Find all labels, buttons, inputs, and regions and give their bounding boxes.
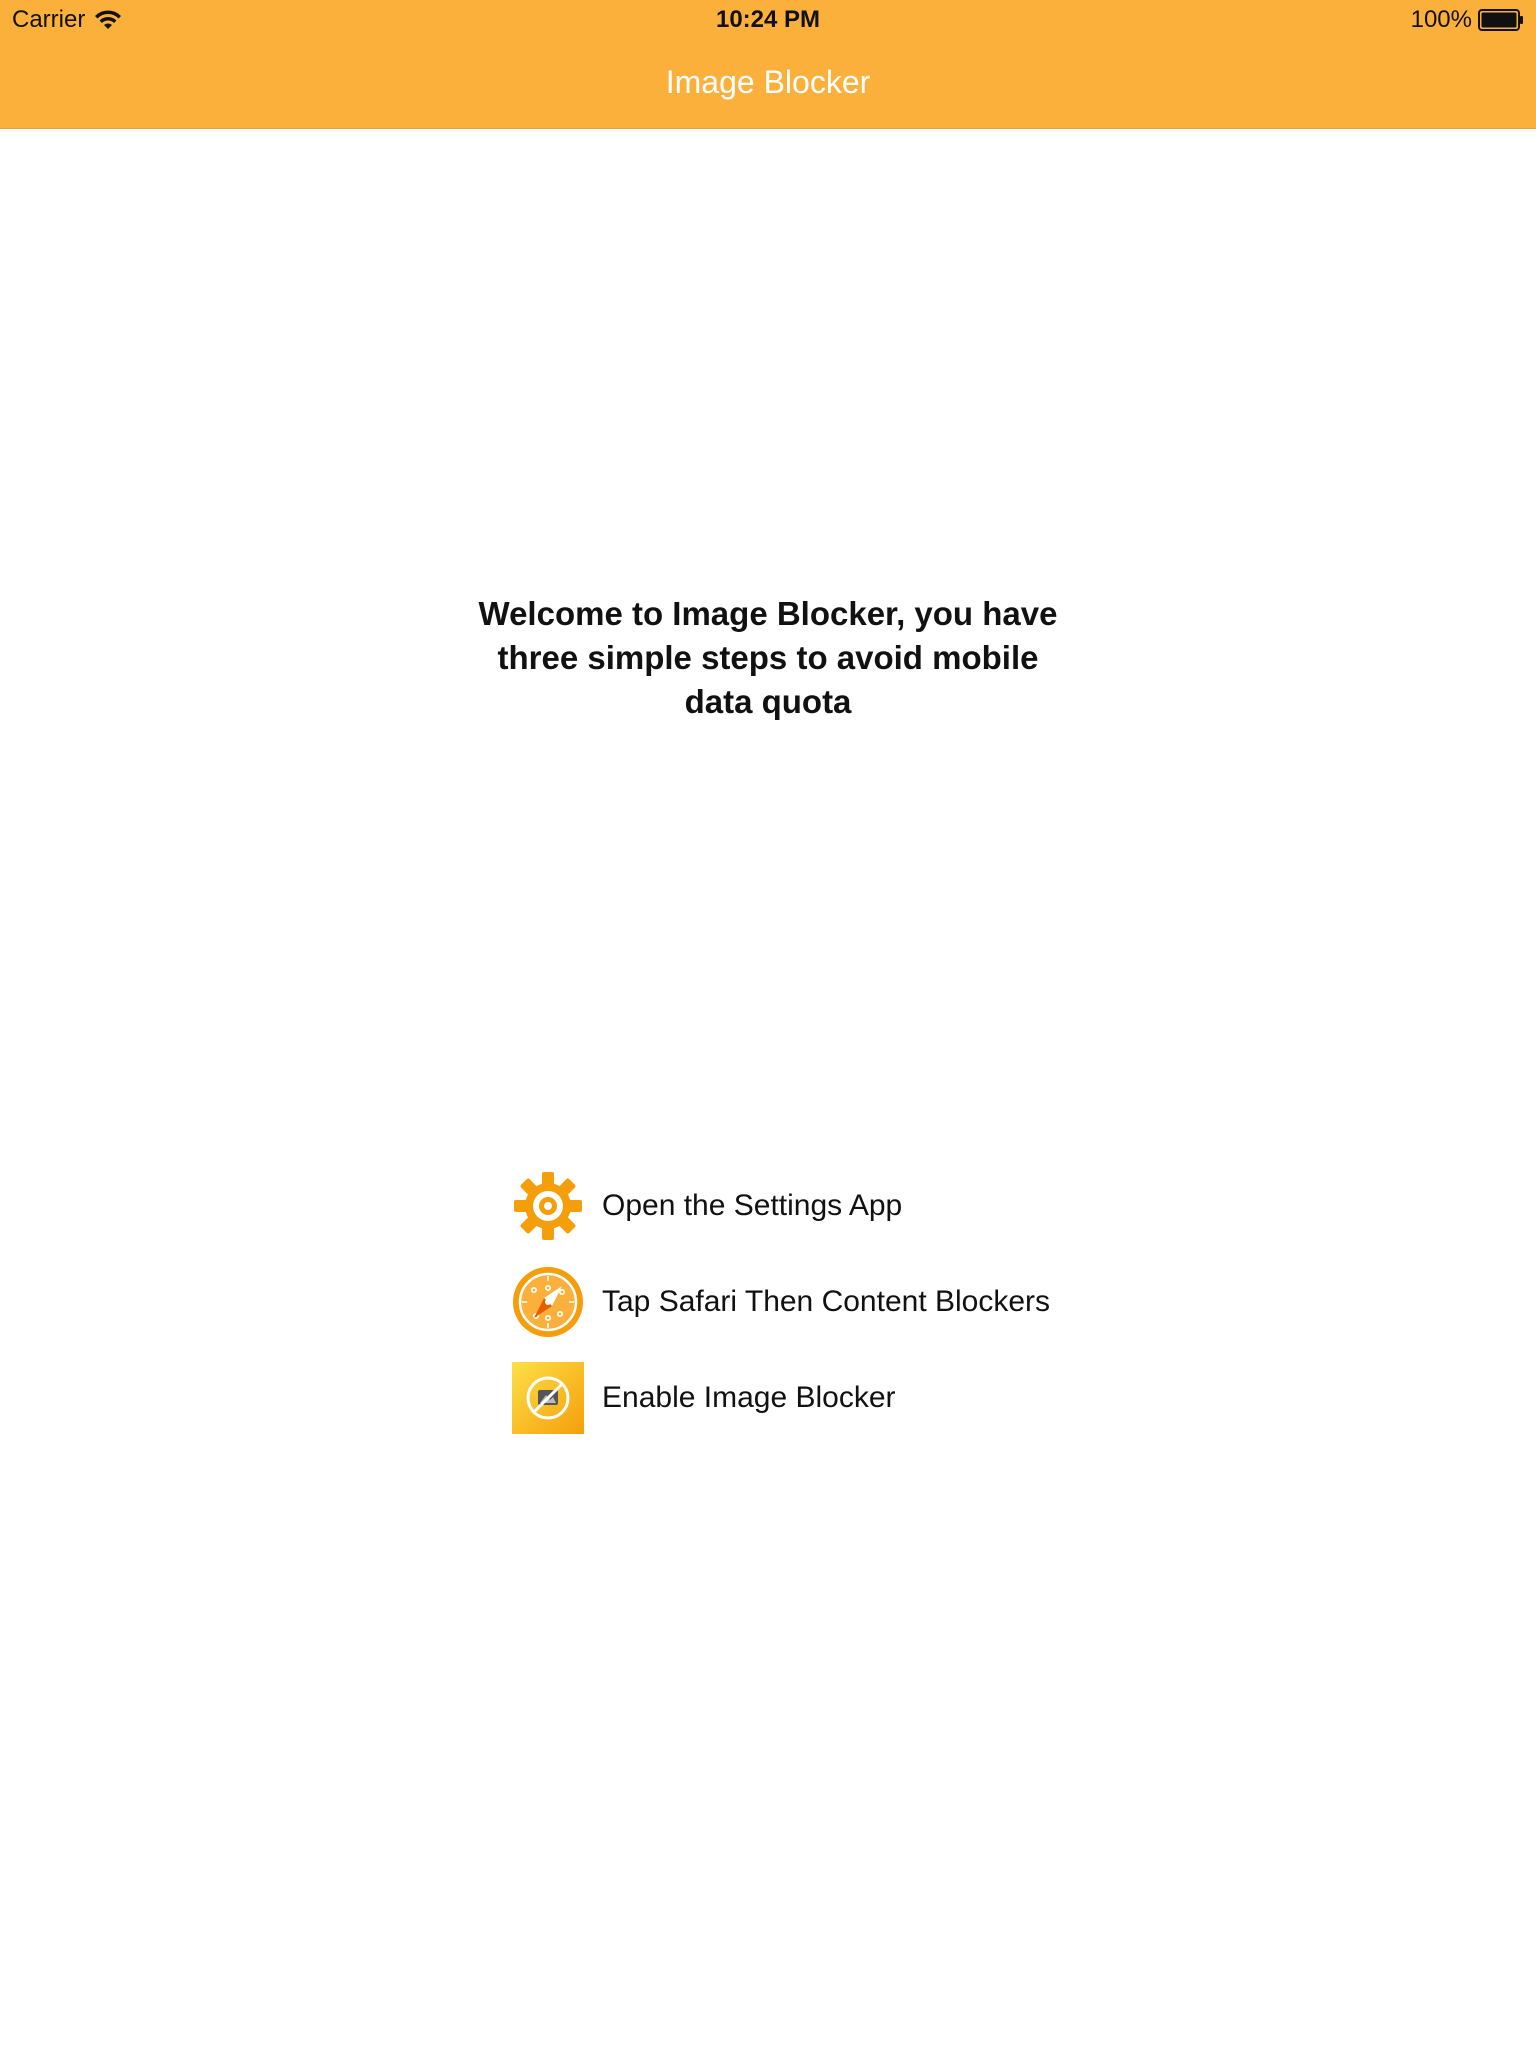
navigation-bar: Carrier 10:24 PM 100% Image Blocker <box>0 0 1536 129</box>
battery-percentage: 100% <box>1410 6 1472 33</box>
step-enable-blocker: Enable Image Blocker <box>512 1362 1112 1434</box>
page-title: Image Blocker <box>665 64 871 100</box>
image-blocker-app-icon <box>512 1362 584 1434</box>
step-label: Tap Safari Then Content Blockers <box>602 1285 1051 1318</box>
gear-icon <box>514 1172 582 1240</box>
step-label: Enable Image Blocker <box>602 1381 896 1414</box>
compass-icon <box>513 1267 583 1337</box>
battery-indicator: 100% <box>1411 6 1524 34</box>
clock: 10:24 PM <box>715 6 821 33</box>
step-open-settings: Open the Settings App <box>512 1170 1112 1242</box>
status-bar: Carrier 10:24 PM 100% <box>0 0 1536 40</box>
steps-list: Open the Settings App Tap Safari Then Co <box>512 1170 1112 1458</box>
welcome-message: Welcome to Image Blocker, you have three… <box>478 595 1058 720</box>
step-tap-safari: Tap Safari Then Content Blockers <box>512 1266 1112 1338</box>
battery-icon <box>1478 9 1523 31</box>
step-label: Open the Settings App <box>602 1189 903 1222</box>
